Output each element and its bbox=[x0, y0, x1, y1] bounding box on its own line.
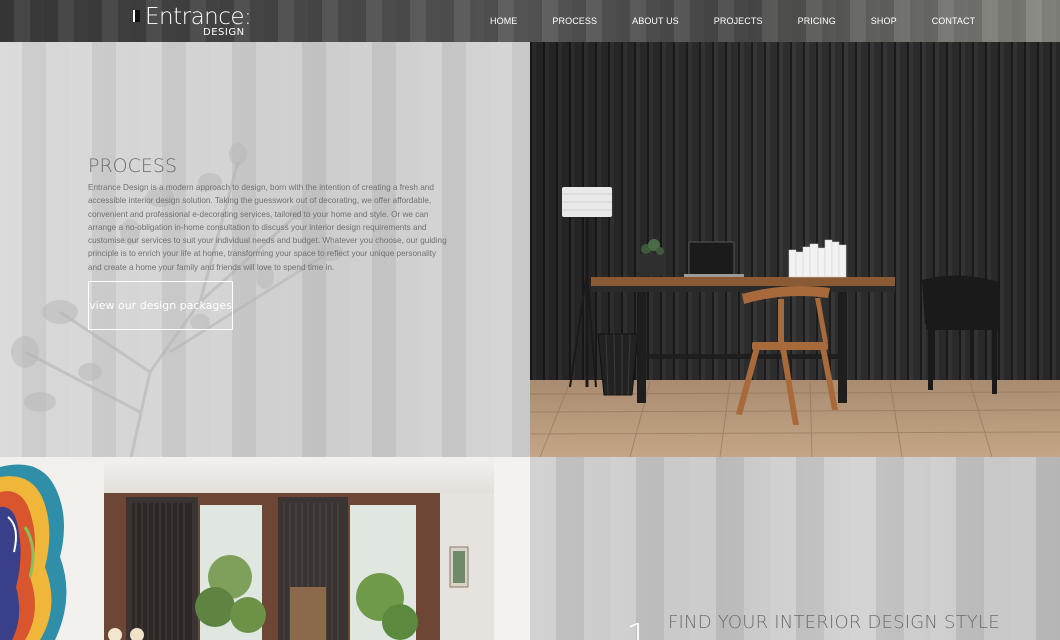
process-description: Entrance Design is a modern approach to … bbox=[88, 183, 447, 272]
nav-contact[interactable]: CONTACT bbox=[932, 16, 976, 26]
nav-home[interactable]: HOME bbox=[490, 16, 517, 26]
site-header: Entrance: DESIGN HOME PROCESS ABOUT US P… bbox=[0, 0, 1060, 42]
nav-shop[interactable]: SHOP bbox=[871, 16, 897, 26]
step-number: 1. bbox=[626, 617, 661, 640]
living-room-illustration bbox=[0, 457, 530, 640]
nav-process[interactable]: PROCESS bbox=[552, 16, 597, 26]
logo[interactable]: Entrance: DESIGN bbox=[133, 3, 253, 39]
nav-projects[interactable]: PROJECTS bbox=[714, 16, 763, 26]
logo-subtitle: DESIGN bbox=[203, 27, 245, 38]
step-heading: FIND YOUR INTERIOR DESIGN STYLE bbox=[668, 612, 1000, 633]
living-room-image bbox=[0, 457, 530, 640]
main-nav: HOME PROCESS ABOUT US PROJECTS PRICING S… bbox=[490, 0, 975, 42]
hero-desk-image bbox=[530, 42, 1060, 457]
step-section: 1. FIND YOUR INTERIOR DESIGN STYLE bbox=[530, 457, 1060, 640]
desk-scene-illustration bbox=[530, 42, 1060, 457]
process-heading: PROCESS bbox=[88, 155, 178, 177]
design-packages-button[interactable]: view our design packages bbox=[88, 281, 233, 330]
nav-pricing[interactable]: PRICING bbox=[798, 16, 836, 26]
nav-about-us[interactable]: ABOUT US bbox=[632, 16, 679, 26]
process-section: PROCESS Entrance Design is a modern appr… bbox=[0, 42, 530, 457]
logo-door-icon bbox=[133, 10, 140, 22]
